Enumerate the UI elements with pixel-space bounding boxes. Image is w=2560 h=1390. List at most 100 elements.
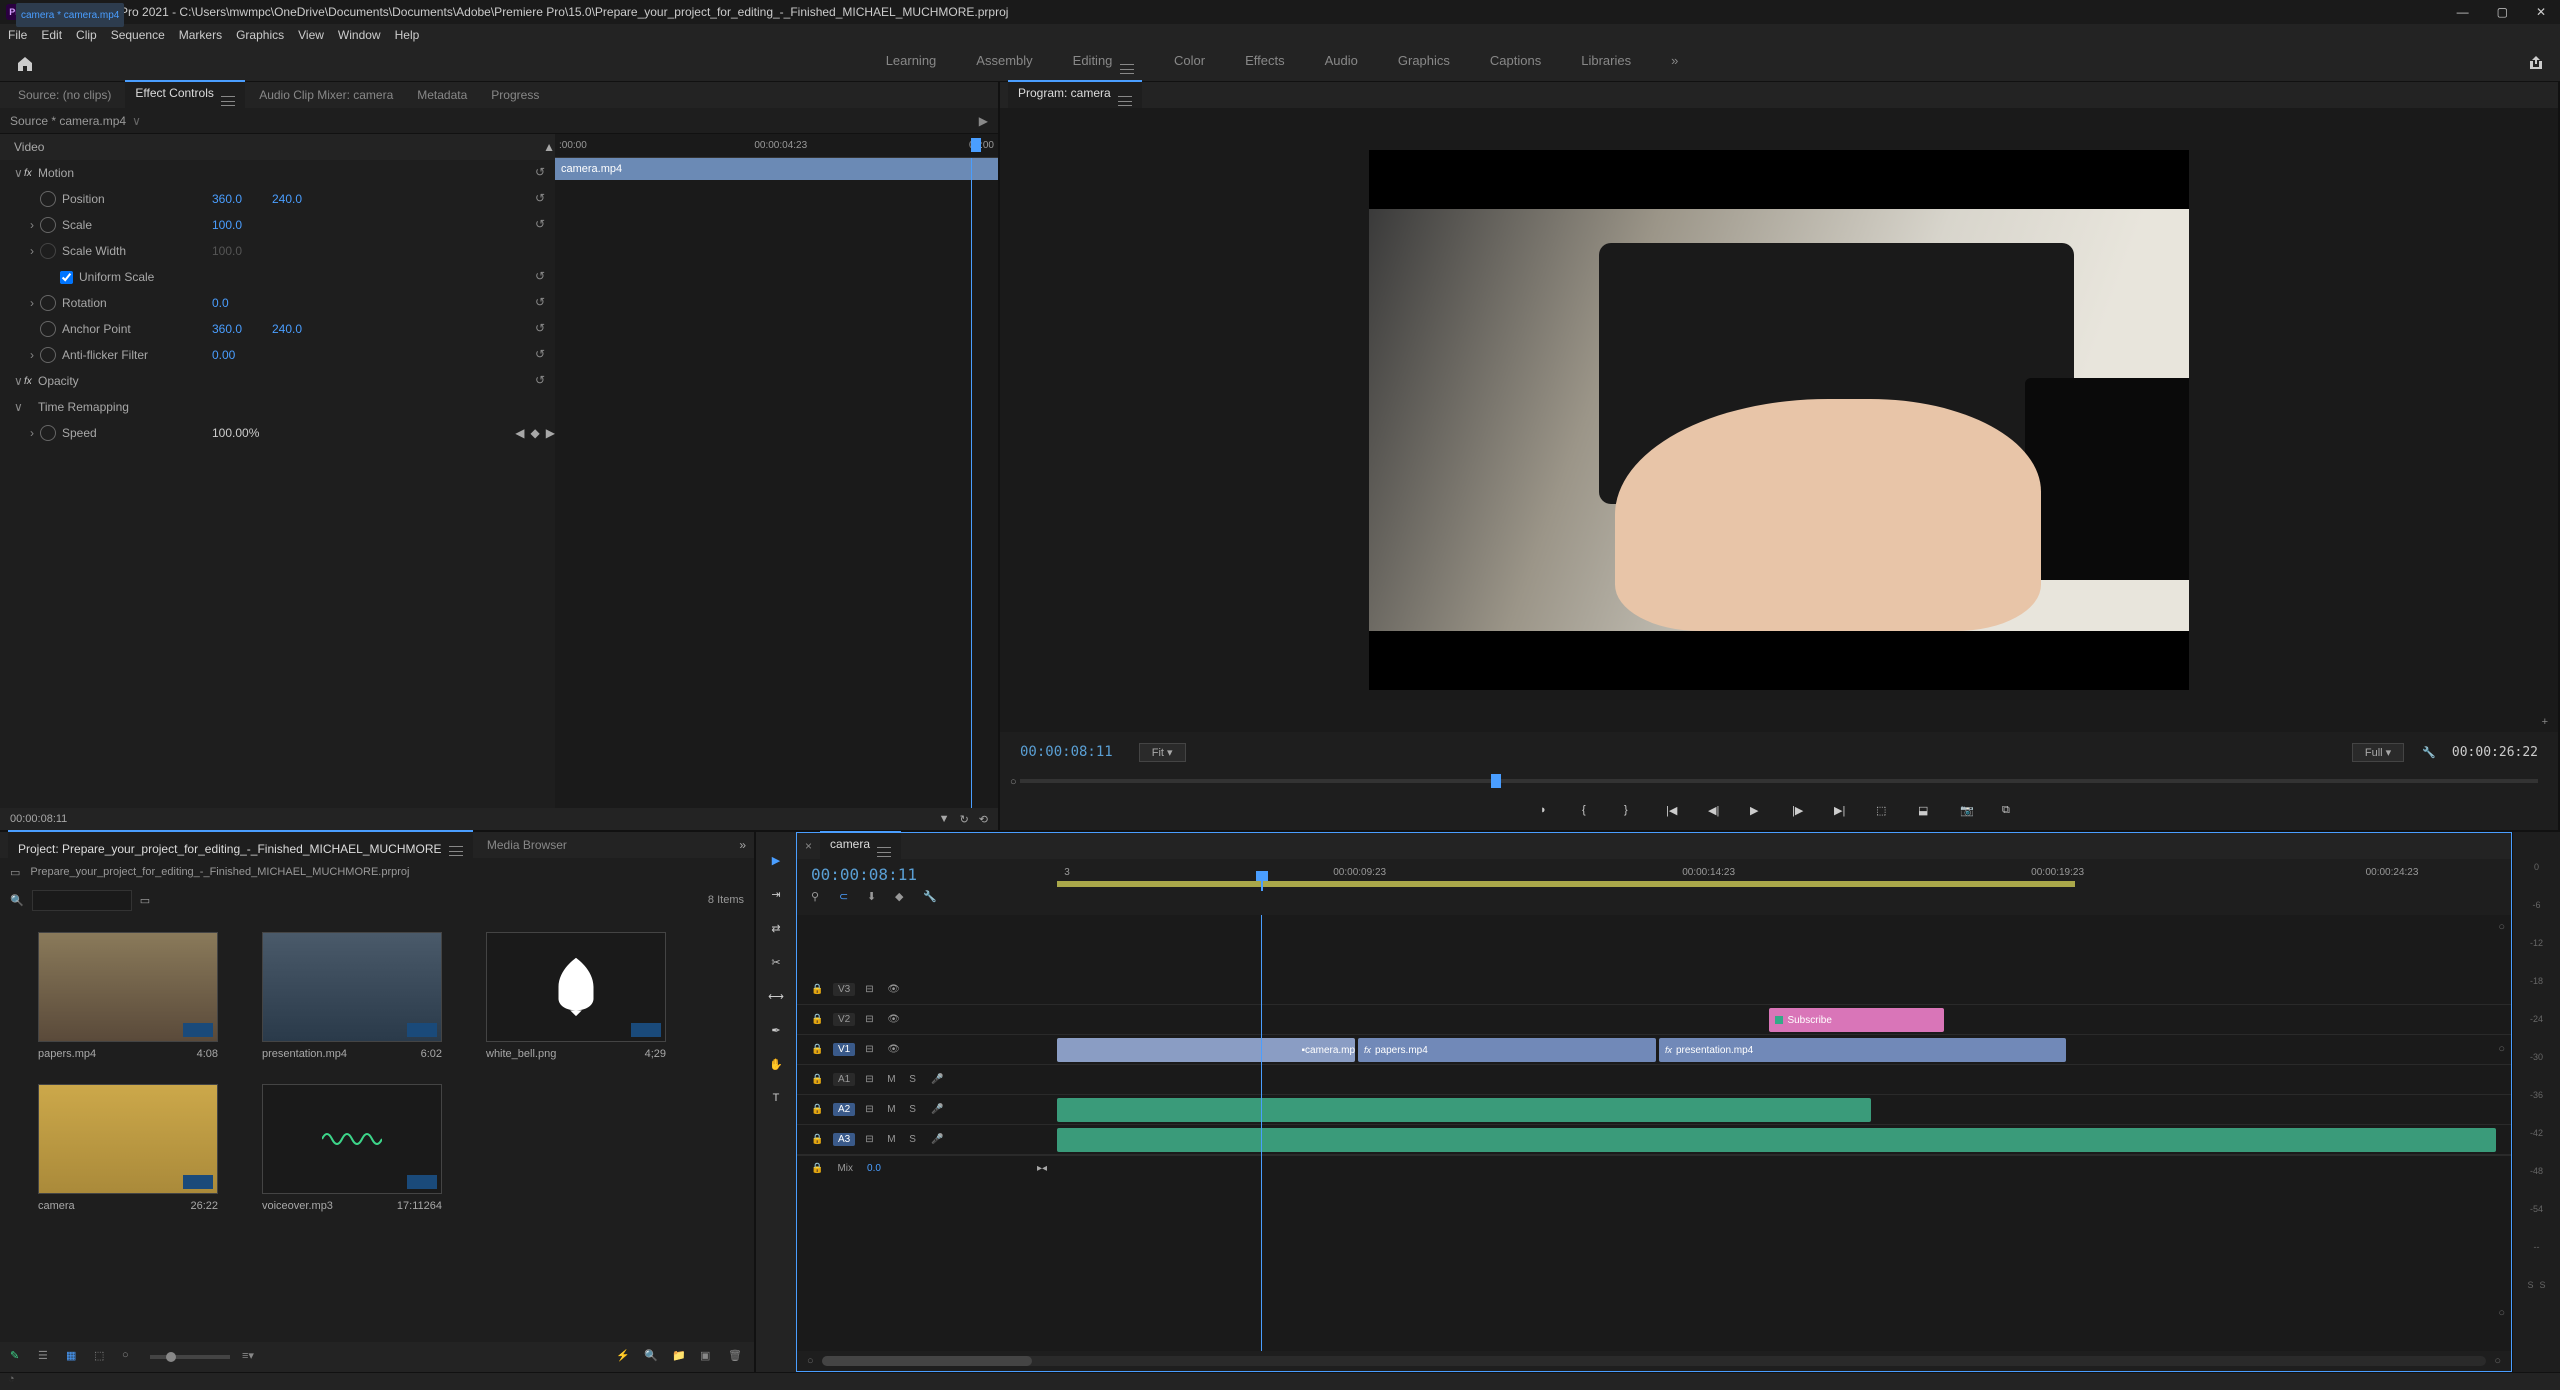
- playhead-line[interactable]: [1261, 915, 1262, 1351]
- freeform-view-icon[interactable]: ⬚: [94, 1349, 110, 1365]
- workspace-audio[interactable]: Audio: [1325, 53, 1358, 74]
- new-item-icon[interactable]: ▣: [700, 1349, 716, 1365]
- timeline-ruler[interactable]: 3 00:00:09:23 00:00:14:23 00:00:19:23 00…: [1057, 859, 2511, 915]
- tab-progress[interactable]: Progress: [481, 84, 549, 106]
- overflow-icon[interactable]: »: [739, 838, 746, 852]
- clip-subscribe[interactable]: Subscribe: [1769, 1008, 1943, 1032]
- tab-project[interactable]: Project: Prepare_your_project_for_editin…: [8, 830, 473, 860]
- flicker-value[interactable]: 0.00: [212, 348, 272, 362]
- track-a3[interactable]: A3: [833, 1133, 855, 1146]
- linked-selection-icon[interactable]: ⊂: [839, 890, 853, 904]
- anchor-y[interactable]: 240.0: [272, 322, 322, 336]
- wrench-icon[interactable]: ↻: [960, 813, 969, 826]
- workspace-graphics[interactable]: Graphics: [1398, 53, 1450, 74]
- scale-value[interactable]: 100.0: [212, 218, 272, 232]
- chevron-icon[interactable]: ∨: [14, 374, 24, 388]
- panel-menu-icon[interactable]: [221, 96, 235, 106]
- new-item-icon[interactable]: ✎: [10, 1349, 26, 1365]
- stopwatch-icon[interactable]: [40, 217, 56, 233]
- mark-out-icon[interactable]: {: [1582, 804, 1598, 820]
- next-keyframe-icon[interactable]: ▶: [546, 426, 555, 440]
- slip-tool[interactable]: ⟷: [766, 986, 786, 1006]
- extract-icon[interactable]: ⬓: [1918, 804, 1934, 820]
- project-item[interactable]: papers.mp44:08: [28, 932, 228, 1060]
- step-forward-icon[interactable]: |▶: [1792, 804, 1808, 820]
- mix-value[interactable]: 0.0: [867, 1163, 881, 1174]
- lock-icon[interactable]: 🔒: [811, 1044, 823, 1055]
- sync-lock-icon[interactable]: ⊟: [865, 984, 877, 995]
- workspace-assembly[interactable]: Assembly: [976, 53, 1032, 74]
- wrench-icon[interactable]: 🔧: [923, 890, 937, 904]
- resolution-dropdown[interactable]: Full ▾: [2352, 743, 2404, 762]
- fx-clip-label[interactable]: camera * camera.mp4: [16, 3, 124, 27]
- play-icon[interactable]: ▶: [1750, 804, 1766, 820]
- share-button[interactable]: [2528, 55, 2546, 73]
- selection-tool[interactable]: ▶: [766, 850, 786, 870]
- record-icon[interactable]: 🎤: [931, 1134, 943, 1145]
- reset-icon[interactable]: ↺: [535, 269, 555, 285]
- program-timecode[interactable]: 00:00:08:11: [1020, 744, 1113, 760]
- razor-tool[interactable]: ✂: [766, 952, 786, 972]
- add-keyframe-icon[interactable]: ◆: [531, 426, 540, 440]
- sort-icon[interactable]: ○: [122, 1349, 138, 1365]
- stopwatch-icon[interactable]: [40, 321, 56, 337]
- playhead-icon[interactable]: [1261, 877, 1263, 891]
- go-to-out-icon[interactable]: ▶|: [1834, 804, 1850, 820]
- lock-icon[interactable]: 🔒: [811, 1074, 823, 1085]
- workspace-captions[interactable]: Captions: [1490, 53, 1541, 74]
- workspace-color[interactable]: Color: [1174, 53, 1205, 74]
- menu-view[interactable]: View: [298, 28, 324, 42]
- timeline-timecode[interactable]: 00:00:08:11: [811, 865, 1043, 884]
- new-bin-icon[interactable]: 📁: [672, 1349, 688, 1365]
- reset-icon[interactable]: ↺: [535, 191, 555, 207]
- pen-tool[interactable]: ✒: [766, 1020, 786, 1040]
- tab-audio-clip-mixer[interactable]: Audio Clip Mixer: camera: [249, 84, 403, 106]
- timeline-scrollbar[interactable]: [822, 1356, 2487, 1366]
- sync-lock-icon[interactable]: ⊟: [865, 1104, 877, 1115]
- eye-icon[interactable]: 👁: [887, 1014, 899, 1025]
- program-monitor[interactable]: +: [1000, 108, 2558, 732]
- project-item[interactable]: white_bell.png4;29: [476, 932, 676, 1060]
- sync-lock-icon[interactable]: ⊟: [865, 1134, 877, 1145]
- menu-edit[interactable]: Edit: [41, 28, 62, 42]
- track-a2[interactable]: A2: [833, 1103, 855, 1116]
- menu-file[interactable]: File: [8, 28, 27, 42]
- minimize-button[interactable]: —: [2457, 5, 2469, 19]
- mark-in-icon[interactable]: ◗: [1540, 804, 1556, 820]
- settings-icon[interactable]: ◆: [895, 890, 909, 904]
- clip-audio-a3[interactable]: [1057, 1128, 2496, 1152]
- panel-menu-icon[interactable]: [877, 847, 891, 857]
- trash-icon[interactable]: 🗑: [728, 1349, 744, 1365]
- panel-menu-icon[interactable]: [449, 846, 463, 856]
- search-icon[interactable]: 🔍: [10, 894, 24, 907]
- tab-program[interactable]: Program: camera: [1008, 80, 1142, 110]
- stopwatch-icon[interactable]: [40, 191, 56, 207]
- timeremap-label[interactable]: Time Remapping: [38, 400, 188, 414]
- chevron-icon[interactable]: ›: [30, 296, 40, 310]
- playhead-icon[interactable]: [1491, 774, 1501, 788]
- solo-right[interactable]: S: [2540, 1280, 2546, 1290]
- solo-button[interactable]: S: [909, 1134, 921, 1145]
- search-input[interactable]: [32, 890, 132, 911]
- menu-help[interactable]: Help: [395, 28, 420, 42]
- clip-camera[interactable]: ▪ camera.mp: [1057, 1038, 1355, 1062]
- clip-papers[interactable]: fxpapers.mp4: [1358, 1038, 1656, 1062]
- eye-icon[interactable]: 👁: [887, 1044, 899, 1055]
- clip-audio-a2[interactable]: [1057, 1098, 1871, 1122]
- stopwatch-icon[interactable]: [40, 347, 56, 363]
- stopwatch-icon[interactable]: [40, 295, 56, 311]
- solo-left[interactable]: S: [2527, 1280, 2533, 1290]
- record-icon[interactable]: 🎤: [931, 1104, 943, 1115]
- chevron-icon[interactable]: ›: [30, 426, 40, 440]
- go-to-in-icon[interactable]: |◀: [1666, 804, 1682, 820]
- program-scrubber[interactable]: ○: [1020, 772, 2538, 790]
- lock-icon[interactable]: 🔒: [811, 984, 823, 995]
- close-button[interactable]: ✕: [2536, 5, 2546, 19]
- mix-expand-icon[interactable]: ▸◂: [1037, 1163, 1047, 1174]
- marker-icon[interactable]: ⬇: [867, 890, 881, 904]
- add-button[interactable]: +: [2542, 716, 2548, 728]
- sync-lock-icon[interactable]: ⊟: [865, 1044, 877, 1055]
- workspace-learning[interactable]: Learning: [886, 53, 937, 74]
- auto-match-icon[interactable]: ⚡: [616, 1349, 632, 1365]
- comparison-icon[interactable]: ⧉: [2002, 804, 2018, 820]
